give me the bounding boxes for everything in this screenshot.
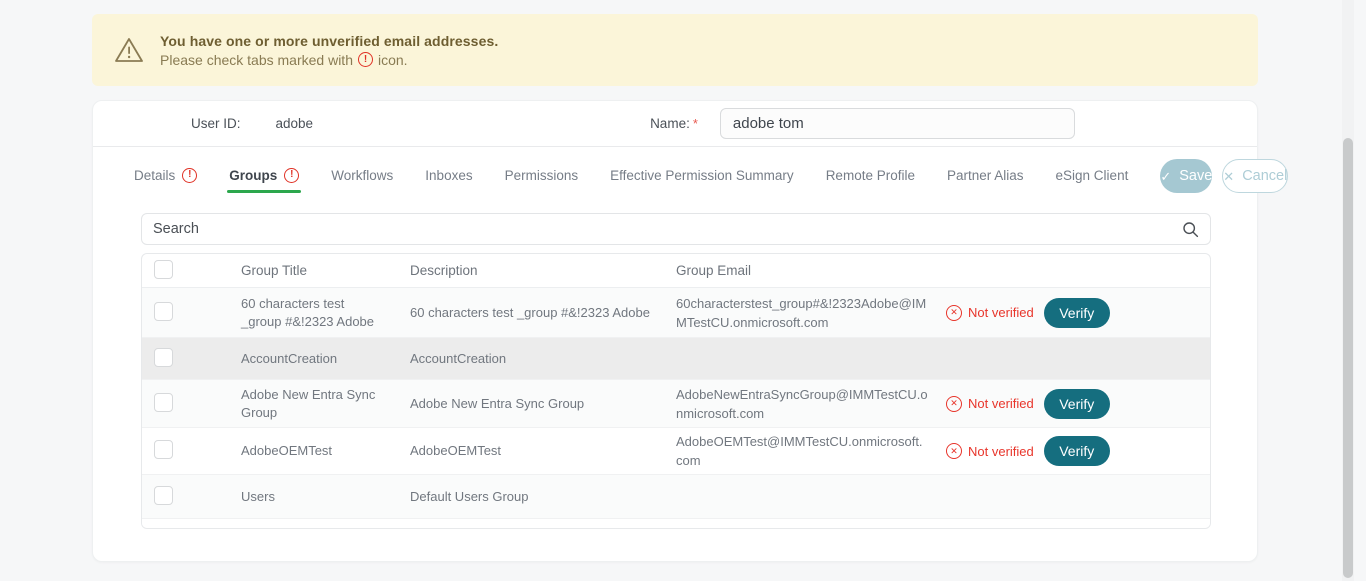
search-icon[interactable]: [1182, 221, 1199, 238]
not-verified-label: Not verified: [968, 396, 1034, 411]
tab-permissions[interactable]: Permissions: [505, 150, 579, 203]
tab-details-alert-icon: !: [182, 168, 197, 183]
group-email-cell: AdobeNewEntraSyncGroup@IMMTestCU.onmicro…: [676, 381, 946, 427]
user-identity-row: User ID: adobe Name: *: [93, 101, 1257, 146]
group-email-cell: [676, 493, 946, 501]
tab-partner-alias-label: Partner Alias: [947, 168, 1024, 183]
user-id-label: User ID:: [191, 116, 241, 131]
banner-subtitle-prefix: Please check tabs marked with: [160, 52, 353, 68]
table-row: Adobe New Entra Sync Group Adobe New Ent…: [142, 380, 1210, 428]
search-input[interactable]: [142, 221, 1210, 237]
tab-workflows-label: Workflows: [331, 168, 393, 183]
group-title-cell: AccountCreation: [235, 346, 410, 372]
group-description-cell: Default Users Group: [410, 484, 676, 510]
banner-title: You have one or more unverified email ad…: [160, 33, 498, 49]
save-button[interactable]: ✓ Save: [1160, 159, 1212, 193]
tab-partner-alias[interactable]: Partner Alias: [947, 150, 1024, 203]
page: You have one or more unverified email ad…: [0, 0, 1354, 581]
select-all-checkbox[interactable]: [154, 260, 173, 279]
banner-text: You have one or more unverified email ad…: [160, 33, 498, 68]
warning-triangle-icon: [114, 36, 144, 64]
verify-button[interactable]: Verify: [1044, 436, 1110, 466]
verify-button[interactable]: Verify: [1044, 298, 1110, 328]
close-icon: ✕: [1223, 170, 1234, 183]
column-header-group-email: Group Email: [676, 257, 946, 284]
group-description-cell: AdobeOEMTest: [410, 438, 676, 464]
tab-effective-permission-summary-label: Effective Permission Summary: [610, 168, 794, 183]
not-verified-icon: ✕: [946, 305, 962, 321]
row-checkbox[interactable]: [154, 348, 173, 367]
group-search-box: [141, 213, 1211, 245]
group-title-cell: AdobeOEMTest: [235, 438, 410, 464]
table-row: Users Default Users Group: [142, 475, 1210, 519]
banner-subtitle: Please check tabs marked with ! icon.: [160, 52, 498, 68]
not-verified-badge: ✕ Not verified: [946, 443, 1034, 459]
vertical-scrollbar-track[interactable]: [1342, 0, 1354, 581]
row-checkbox[interactable]: [154, 393, 173, 412]
alert-exclamation-icon: !: [358, 52, 373, 67]
tab-groups-alert-icon: !: [284, 168, 299, 183]
group-title-cell: Adobe New Entra Sync Group: [235, 382, 410, 426]
check-icon: ✓: [1160, 170, 1171, 183]
verify-button[interactable]: Verify: [1044, 389, 1110, 419]
vertical-scrollbar-thumb[interactable]: [1343, 138, 1353, 578]
column-header-description: Description: [410, 258, 676, 284]
tab-effective-permission-summary[interactable]: Effective Permission Summary: [610, 150, 794, 203]
required-asterisk: *: [693, 116, 698, 131]
not-verified-badge: ✕ Not verified: [946, 396, 1034, 412]
tab-groups-label: Groups: [229, 168, 277, 183]
tab-details-label: Details: [134, 168, 175, 183]
tab-permissions-label: Permissions: [505, 168, 579, 183]
not-verified-icon: ✕: [946, 396, 962, 412]
verification-status-cell: ✕ Not verified Verify: [946, 298, 1210, 328]
tab-workflows[interactable]: Workflows: [331, 150, 393, 203]
tab-details[interactable]: Details !: [134, 150, 197, 203]
tab-esign-client-label: eSign Client: [1056, 168, 1129, 183]
group-title-cell: 60 characters test _group #&!2323 Adobe: [235, 291, 410, 335]
tab-remote-profile[interactable]: Remote Profile: [826, 150, 915, 203]
group-description-cell: AccountCreation: [410, 346, 676, 372]
group-title-cell: Users: [235, 484, 410, 510]
tab-esign-client[interactable]: eSign Client: [1056, 150, 1129, 203]
name-input[interactable]: [720, 108, 1075, 139]
not-verified-label: Not verified: [968, 305, 1034, 320]
group-email-cell: 60characterstest_group#&!2323Adobe@IMMTe…: [676, 290, 946, 336]
table-footer: [142, 519, 1210, 528]
tab-bar: Details ! Groups ! Workflows Inboxes Per…: [93, 147, 1257, 205]
verification-status-cell: ✕ Not verified Verify: [946, 436, 1210, 466]
groups-tab-content: Group Title Description Group Email 60 c…: [93, 205, 1257, 529]
verification-status-cell: ✕ Not verified Verify: [946, 389, 1210, 419]
not-verified-label: Not verified: [968, 444, 1034, 459]
column-header-group-title: Group Title: [235, 258, 410, 284]
cancel-button-label: Cancel: [1242, 168, 1287, 184]
not-verified-icon: ✕: [946, 443, 962, 459]
user-id-value: adobe: [276, 116, 314, 131]
group-email-cell: [676, 355, 946, 363]
tab-inboxes[interactable]: Inboxes: [425, 150, 472, 203]
row-checkbox[interactable]: [154, 440, 173, 459]
row-checkbox[interactable]: [154, 486, 173, 505]
row-checkbox[interactable]: [154, 302, 173, 321]
tab-remote-profile-label: Remote Profile: [826, 168, 915, 183]
save-button-label: Save: [1179, 168, 1212, 184]
banner-subtitle-suffix: icon.: [378, 52, 408, 68]
tab-inboxes-label: Inboxes: [425, 168, 472, 183]
table-row: AdobeOEMTest AdobeOEMTest AdobeOEMTest@I…: [142, 428, 1210, 475]
name-label: Name:: [650, 116, 690, 131]
group-description-cell: Adobe New Entra Sync Group: [410, 391, 676, 417]
groups-table: Group Title Description Group Email 60 c…: [141, 253, 1211, 529]
cancel-button[interactable]: ✕ Cancel: [1222, 159, 1288, 193]
group-email-cell: AdobeOEMTest@IMMTestCU.onmicrosoft.com: [676, 428, 946, 474]
table-header-row: Group Title Description Group Email: [142, 254, 1210, 288]
tab-groups[interactable]: Groups !: [229, 150, 299, 203]
unverified-email-warning-banner: You have one or more unverified email ad…: [92, 14, 1258, 86]
table-row: AccountCreation AccountCreation: [142, 338, 1210, 380]
not-verified-badge: ✕ Not verified: [946, 305, 1034, 321]
group-description-cell: 60 characters test _group #&!2323 Adobe: [410, 300, 676, 326]
table-row: 60 characters test _group #&!2323 Adobe …: [142, 288, 1210, 338]
user-detail-card: User ID: adobe Name: * Details ! Groups …: [92, 100, 1258, 562]
